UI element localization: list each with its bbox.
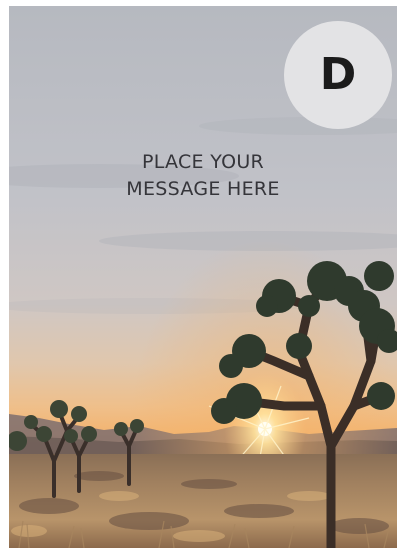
message-line-1: PLACE YOUR (141, 151, 265, 173)
badge-letter: D (319, 49, 357, 100)
greeting-card: D PLACE YOUR MESSAGE HERE (9, 6, 397, 548)
message-line-2: MESSAGE HERE (126, 178, 280, 200)
message-placeholder[interactable]: PLACE YOUR MESSAGE HERE (9, 149, 397, 203)
letter-badge-icon: D (284, 21, 392, 129)
